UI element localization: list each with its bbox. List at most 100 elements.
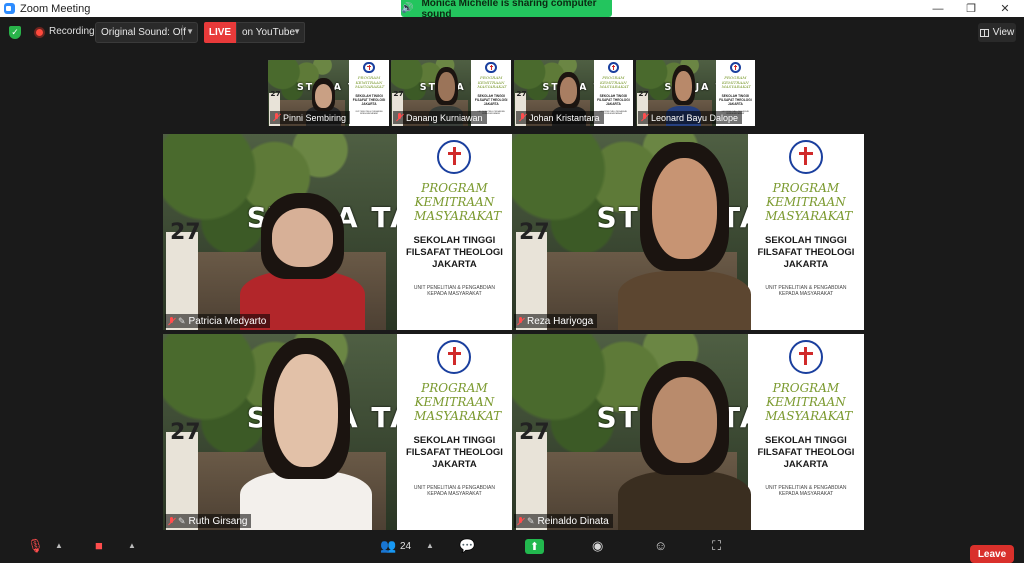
participant-name: Danang Kurniawan	[406, 112, 483, 123]
program-title: PROGRAM KEMITRAAN MASYARAKAT	[414, 381, 502, 423]
chevron-up-icon[interactable]: ▲	[426, 541, 434, 550]
original-sound-label: Original Sound: Off	[101, 27, 186, 38]
video-tile[interactable]: 27 STT JA TA PROGRAM KEMITRAAN MASYARAKA…	[391, 60, 511, 126]
leave-button[interactable]: Leave	[970, 545, 1014, 563]
video-off-icon[interactable]: ■	[95, 539, 103, 553]
unit-name: UNIT PENELITIAN & PENGABDIAN KEPADA MASY…	[765, 485, 847, 498]
participant-name-tag: Pinni Sembiring	[270, 111, 351, 124]
school-logo	[788, 340, 823, 374]
apps-icon[interactable]: ⛶	[712, 539, 721, 553]
mic-muted-icon	[168, 316, 175, 326]
participant-name: Johan Kristantara	[529, 112, 600, 123]
reactions-icon[interactable]: ☺	[654, 539, 667, 553]
view-button[interactable]: View	[978, 23, 1016, 42]
live-destination-label: on YouTube	[242, 27, 296, 38]
program-title: PROGRAM KEMITRAAN MASYARAKAT	[355, 75, 385, 90]
school-name: SEKOLAH TINGGI FILSAFAT THEOLOGI JAKARTA	[757, 235, 855, 271]
school-name: SEKOLAH TINGGI FILSAFAT THEOLOGI JAKARTA	[757, 435, 855, 471]
background-number: 27	[169, 220, 201, 246]
background-number: 27	[393, 89, 404, 99]
mic-muted-icon	[273, 113, 280, 122]
school-logo	[437, 340, 472, 374]
chevron-up-icon[interactable]: ▲	[128, 541, 136, 550]
view-label: View	[992, 27, 1015, 38]
program-title: PROGRAM KEMITRAAN MASYARAKAT	[414, 181, 502, 223]
grid-icon	[979, 28, 989, 37]
participant-name: Ruth Girsang	[188, 515, 248, 527]
school-logo	[363, 62, 375, 74]
original-sound-toggle[interactable]: Original Sound: Off ▼	[95, 22, 198, 43]
participant-name-tag: Danang Kurniawan	[393, 111, 487, 124]
program-banner: PROGRAM KEMITRAAN MASYARAKAT SEKOLAH TIN…	[747, 134, 864, 330]
background-number: 27	[519, 220, 550, 246]
school-logo	[788, 140, 823, 174]
mic-muted-icon	[517, 516, 524, 526]
participant-video	[611, 134, 759, 330]
school-name: SEKOLAH TINGGI FILSAFAT THEOLOGI JAKARTA	[405, 235, 503, 271]
video-tile[interactable]: 27 STT JA TA PROGRAM KEMITRAAN MASYARAKA…	[163, 134, 512, 330]
participants-count: 24	[400, 541, 412, 552]
meeting-controls-bar: 🎙 ▲ ■ ▲ 👥 24 ▲ 💬 ⬆ ◉ ☺ ⛶ Leave	[0, 535, 1024, 563]
school-name: SEKOLAH TINGGI FILSAFAT THEOLOGI JAKARTA	[352, 94, 386, 107]
chevron-down-icon: ▼	[293, 27, 301, 36]
program-banner: PROGRAM KEMITRAAN MASYARAKAT SEKOLAH TIN…	[747, 334, 864, 530]
mic-muted-icon	[168, 516, 175, 526]
unit-name: UNIT PENELITIAN & PENGABDIAN KEPADA MASY…	[413, 285, 495, 298]
participant-name-tag: Leonard Bayu Dalope	[638, 111, 743, 124]
program-banner: PROGRAM KEMITRAAN MASYARAKAT SEKOLAH TIN…	[396, 334, 512, 530]
sound-sharing-banner[interactable]: 🔊 Monica Michelle is sharing computer so…	[401, 0, 612, 20]
mic-muted-icon	[519, 113, 526, 122]
participant-name: Pinni Sembiring	[283, 112, 347, 123]
meeting-top-toolbar: ✓ Recording Original Sound: Off ▼ LIVE o…	[0, 21, 1024, 45]
restore-button[interactable]: ❐	[954, 0, 988, 17]
chevron-up-icon[interactable]: ▲	[55, 541, 63, 550]
live-badge[interactable]: LIVE	[204, 22, 236, 43]
mic-muted-icon	[517, 316, 524, 326]
participant-name-tag: Johan Kristantara	[516, 111, 604, 124]
chevron-down-icon[interactable]: ▼	[186, 27, 194, 36]
recording-label[interactable]: Recording	[49, 26, 95, 37]
school-logo	[437, 140, 472, 174]
program-banner: PROGRAM KEMITRAAN MASYARAKAT SEKOLAH TIN…	[349, 60, 389, 126]
unit-name: UNIT PENELITIAN & PENGABDIAN KEPADA MASY…	[765, 285, 847, 298]
video-tile[interactable]: 27 STT JA TA PROGRAM KEMITRAAN MASYARAKA…	[636, 60, 755, 126]
video-tile[interactable]: 27 STT JA TA PROGRAM KEMITRAAN MASYARAKA…	[514, 60, 633, 126]
participants-icon[interactable]: 👥	[380, 539, 396, 553]
participant-name-tag: ✎ Patricia Medyarto	[165, 314, 271, 328]
program-title: PROGRAM KEMITRAAN MASYARAKAT	[765, 181, 853, 223]
close-button[interactable]: ✕	[988, 0, 1022, 17]
arrow-up-icon: ⬆	[529, 541, 540, 553]
school-logo	[607, 62, 620, 74]
zoom-app-icon	[4, 3, 15, 14]
participant-name-tag: ✎ Reinaldo Dinata	[514, 514, 613, 528]
participant-video	[233, 134, 373, 330]
background-number: 27	[169, 420, 201, 446]
chat-icon[interactable]: 💬	[459, 539, 475, 553]
school-name: SEKOLAH TINGGI FILSAFAT THEOLOGI JAKARTA	[405, 435, 503, 471]
program-banner: PROGRAM KEMITRAAN MASYARAKAT SEKOLAH TIN…	[396, 134, 512, 330]
participant-name: Leonard Bayu Dalope	[651, 112, 739, 123]
shield-icon[interactable]: ✓	[9, 26, 21, 39]
recording-icon[interactable]	[34, 27, 45, 38]
share-screen-button[interactable]: ⬆	[525, 539, 544, 554]
program-title: PROGRAM KEMITRAAN MASYARAKAT	[599, 75, 629, 90]
unit-name: UNIT PENELITIAN & PENGABDIAN KEPADA MASY…	[413, 485, 495, 498]
mic-muted-icon	[641, 113, 648, 122]
school-logo	[485, 62, 497, 74]
pin-icon[interactable]: ✎	[178, 316, 186, 327]
pin-icon[interactable]: ✎	[527, 516, 535, 527]
school-name: SEKOLAH TINGGI FILSAFAT THEOLOGI JAKARTA	[474, 94, 508, 107]
video-tile[interactable]: 27 STT JA TA PROGRAM KEMITRAAN MASYARAKA…	[163, 334, 512, 530]
video-tile[interactable]: 27 STT JA TA PROGRAM KEMITRAAN MASYARAKA…	[268, 60, 389, 126]
pin-icon[interactable]: ✎	[178, 516, 186, 527]
program-title: PROGRAM KEMITRAAN MASYARAKAT	[765, 381, 853, 423]
mic-muted-icon[interactable]: 🎙	[27, 539, 44, 553]
record-icon[interactable]: ◉	[592, 539, 603, 553]
background-number: 27	[516, 89, 527, 99]
minimize-button[interactable]: —	[921, 0, 955, 17]
live-destination-dropdown[interactable]: on YouTube ▼	[236, 22, 305, 43]
video-tile[interactable]: 27 STT JA TA PROGRAM KEMITRAAN MASYARAKA…	[512, 134, 864, 330]
program-title: PROGRAM KEMITRAAN MASYARAKAT	[477, 75, 507, 90]
participant-name: Reza Hariyoga	[527, 315, 594, 327]
video-tile[interactable]: 27 STT JA TA PROGRAM KEMITRAAN MASYARAKA…	[512, 334, 864, 530]
